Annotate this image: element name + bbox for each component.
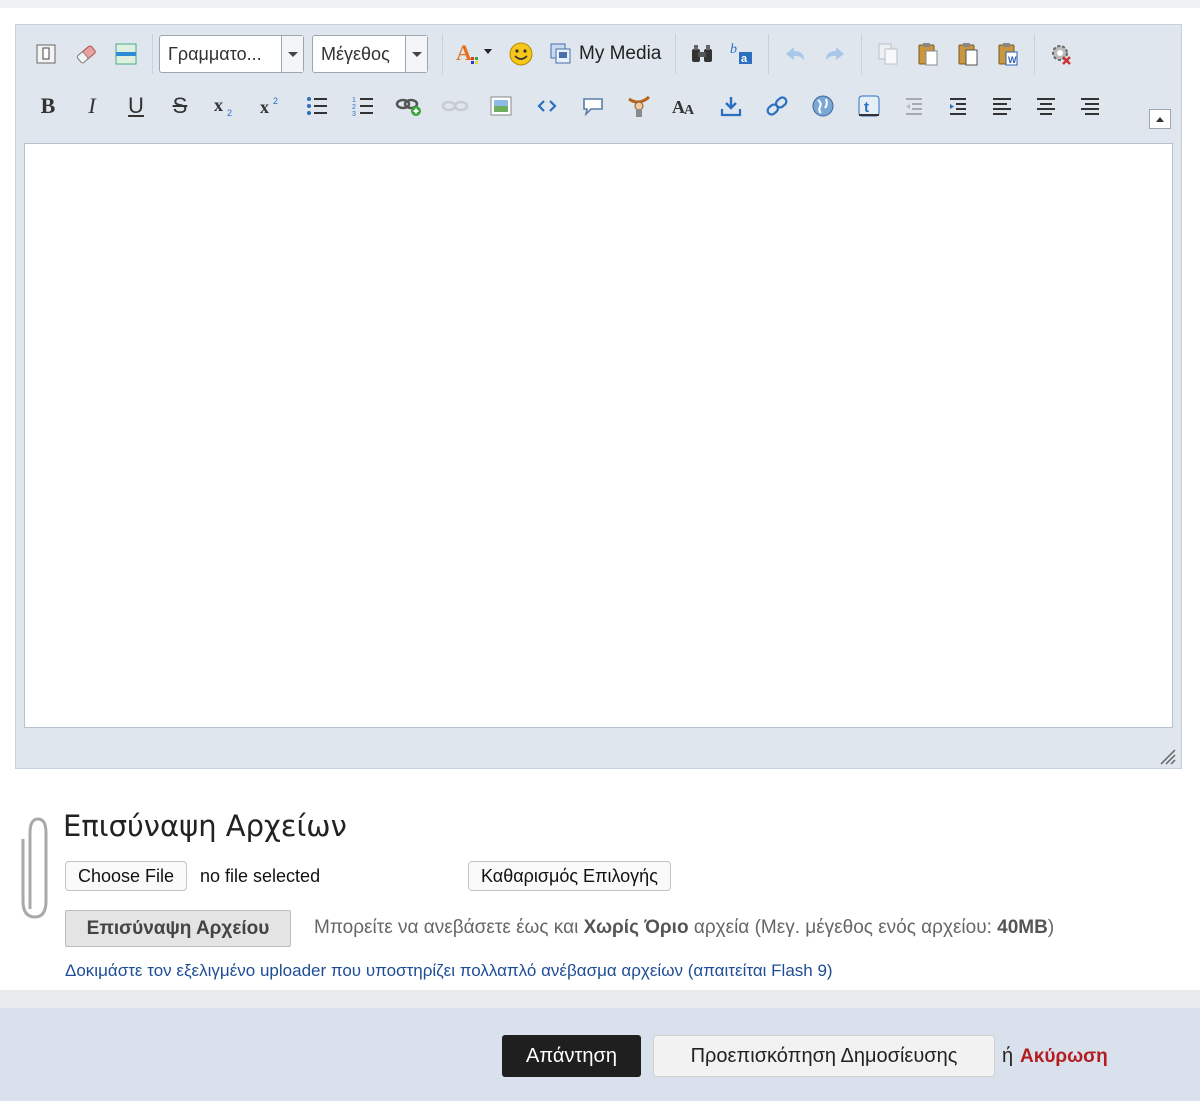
paste-text-icon[interactable] (948, 34, 988, 74)
toolbar-separator (442, 34, 443, 74)
svg-text:1: 1 (352, 97, 356, 104)
editor-toolbar-row-1: Γραμματο... Μέγεθος A My Media b a W (26, 31, 1081, 77)
rich-text-editor: Γραμματο... Μέγεθος A My Media b a W B I… (15, 24, 1182, 769)
toolbar-separator (861, 34, 863, 74)
choose-file-button[interactable]: Choose File (65, 861, 188, 891)
my-media-icon (550, 43, 571, 64)
svg-text:b: b (730, 42, 737, 57)
toolbar-separator (1034, 34, 1036, 74)
chevron-down-icon[interactable] (281, 36, 303, 72)
download-icon[interactable] (708, 86, 754, 126)
svg-text:a: a (741, 53, 748, 65)
size-select[interactable]: Μέγεθος (312, 35, 428, 73)
translate-icon[interactable]: ba (722, 34, 762, 74)
upload-info-middle: αρχεία (Μεγ. μέγεθος ενός αρχείου: (693, 917, 992, 938)
svg-text:2: 2 (352, 104, 356, 111)
attachments-section: Επισύναψη Αρχείων Choose File no file se… (0, 803, 1200, 993)
upload-info-size: 40MB (997, 917, 1048, 938)
copy-icon[interactable] (868, 34, 908, 74)
font-size-icon[interactable]: AA (662, 86, 708, 126)
svg-text:2: 2 (273, 96, 278, 106)
font-select[interactable]: Γραμματο... (159, 35, 304, 73)
attachments-title: Επισύναψη Αρχείων (63, 809, 347, 843)
svg-text:W: W (1008, 55, 1017, 65)
horizontal-rule-icon[interactable] (106, 34, 146, 74)
svg-text:t: t (864, 99, 869, 116)
font-select-value: Γραμματο... (168, 43, 262, 64)
clear-selection-button[interactable]: Καθαρισμός Επιλογής (468, 861, 671, 891)
chevron-down-icon[interactable] (405, 36, 427, 72)
page-top-strip (0, 0, 1200, 8)
numbered-list-icon[interactable]: 123 (340, 86, 386, 126)
editor-toolbar-row-2: B I U S x2 x2 123 A A t (26, 83, 1112, 129)
spoiler-icon[interactable] (616, 86, 662, 126)
superscript-icon[interactable]: x2 (248, 86, 294, 126)
globe-icon[interactable] (800, 86, 846, 126)
subscript-icon[interactable]: x2 (202, 86, 248, 126)
my-media-button[interactable]: My Media (541, 34, 669, 74)
bold-icon[interactable]: B (26, 86, 70, 126)
remove-format-icon[interactable] (66, 34, 106, 74)
svg-text:A: A (456, 41, 472, 65)
link-icon[interactable] (386, 86, 432, 126)
reply-panel: Γραμματο... Μέγεθος A My Media b a W B I… (0, 8, 1200, 990)
find-icon[interactable] (682, 34, 722, 74)
outdent-icon[interactable] (892, 86, 936, 126)
undo-icon[interactable] (775, 34, 815, 74)
collapse-toolbar-button[interactable] (1149, 109, 1171, 129)
align-right-icon[interactable] (1068, 86, 1112, 126)
svg-text:x: x (260, 97, 269, 117)
upload-info-prefix: Μπορείτε να ανεβάσετε έως και (314, 917, 579, 938)
switch-mode-icon[interactable] (26, 34, 66, 74)
code-icon[interactable] (524, 86, 570, 126)
font-color-icon[interactable]: A (449, 34, 501, 74)
bullet-list-icon[interactable] (294, 86, 340, 126)
twitter-icon[interactable]: t (846, 86, 892, 126)
message-textarea[interactable] (24, 143, 1173, 728)
form-footer: Απάντηση Προεπισκόπηση Δημοσίευσης ή Ακύ… (0, 1008, 1200, 1101)
quote-icon[interactable] (570, 86, 616, 126)
or-text: ή (1002, 1045, 1014, 1067)
svg-text:A: A (684, 103, 695, 117)
toolbar-separator (152, 34, 153, 74)
cancel-link[interactable]: Ακύρωση (1020, 1046, 1108, 1068)
redo-icon[interactable] (815, 34, 855, 74)
settings-icon[interactable] (1041, 34, 1081, 74)
paste-word-icon[interactable]: W (988, 34, 1028, 74)
flash-uploader-link[interactable]: Δοκιμάστε τον εξελιγμένο uploader που υπ… (65, 961, 833, 981)
align-center-icon[interactable] (1024, 86, 1068, 126)
preview-button[interactable]: Προεπισκόπηση Δημοσίευσης (653, 1035, 995, 1077)
strikethrough-icon[interactable]: S (158, 86, 202, 126)
my-media-label: My Media (579, 43, 662, 64)
upload-info-limit: Χωρίς Όριο (583, 917, 689, 938)
toolbar-separator (768, 34, 770, 74)
svg-text:2: 2 (227, 108, 232, 117)
attach-file-button[interactable]: Επισύναψη Αρχείου (65, 910, 291, 947)
no-file-label: no file selected (200, 866, 321, 886)
italic-icon[interactable]: I (70, 86, 114, 126)
resize-handle-icon[interactable] (1155, 744, 1177, 766)
size-select-value: Μέγεθος (321, 43, 390, 64)
upload-info-text: Μπορείτε να ανεβάσετε έως και Χωρίς Όριο… (314, 917, 1054, 939)
align-left-icon[interactable] (980, 86, 1024, 126)
smiley-icon[interactable] (501, 34, 541, 74)
url-icon[interactable] (754, 86, 800, 126)
image-icon[interactable] (478, 86, 524, 126)
indent-icon[interactable] (936, 86, 980, 126)
svg-text:x: x (214, 95, 223, 115)
paste-icon[interactable] (908, 34, 948, 74)
svg-text:3: 3 (352, 111, 356, 117)
toolbar-separator (675, 34, 677, 74)
unlink-icon[interactable] (432, 86, 478, 126)
reply-button[interactable]: Απάντηση (502, 1035, 641, 1077)
upload-info-suffix: ) (1047, 917, 1055, 938)
underline-icon[interactable]: U (114, 86, 158, 126)
paperclip-icon (18, 813, 52, 926)
